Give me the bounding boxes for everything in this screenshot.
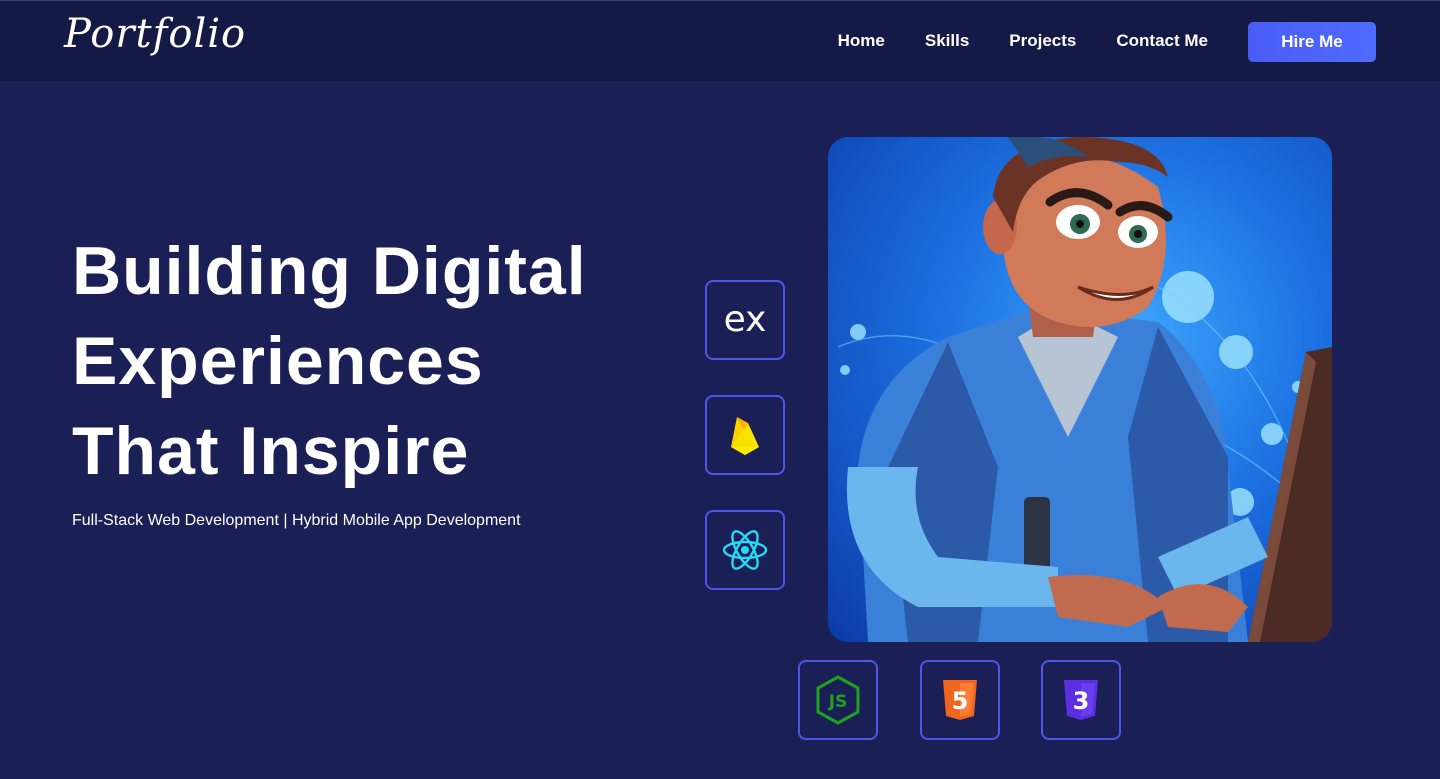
nav-link-projects[interactable]: Projects: [1009, 31, 1076, 51]
css3-icon: 3: [1064, 680, 1098, 720]
html5-tile: 5: [920, 660, 1000, 740]
express-icon-text: ex: [724, 300, 767, 340]
html5-icon-text: 5: [952, 687, 969, 715]
nav-link-contact[interactable]: Contact Me: [1116, 31, 1208, 51]
navbar: Portfolio Home Skills Projects Contact M…: [0, 0, 1440, 81]
hire-me-button[interactable]: Hire Me: [1248, 22, 1376, 62]
css3-tile: 3: [1041, 660, 1121, 740]
hero-title: Building Digital Experiences That Inspir…: [72, 226, 692, 496]
developer-illustration: [837, 137, 1332, 642]
nav-links: Home Skills Projects Contact Me: [838, 31, 1208, 51]
firebase-tile: [705, 395, 785, 475]
hero-title-line-1: Building Digital: [72, 233, 587, 309]
hero-subtitle: Full-Stack Web Development | Hybrid Mobi…: [72, 512, 521, 529]
logo[interactable]: Portfolio: [64, 11, 246, 57]
nodejs-icon: JS: [816, 675, 860, 725]
nav-link-skills[interactable]: Skills: [925, 31, 969, 51]
express-tile: ex: [705, 280, 785, 360]
hero-title-line-2: Experiences: [72, 323, 484, 399]
html5-icon: 5: [943, 680, 977, 720]
firebase-icon: [731, 417, 759, 455]
developer-avatar-image: [828, 137, 1332, 642]
nodejs-tile: JS: [798, 660, 878, 740]
nodejs-icon-text: JS: [828, 692, 848, 712]
hero-title-line-3: That Inspire: [72, 413, 470, 489]
react-tile: [705, 510, 785, 590]
nav-link-home[interactable]: Home: [838, 31, 885, 51]
express-icon: ex: [724, 300, 767, 340]
css3-icon-text: 3: [1073, 687, 1090, 715]
react-icon: [722, 530, 768, 570]
